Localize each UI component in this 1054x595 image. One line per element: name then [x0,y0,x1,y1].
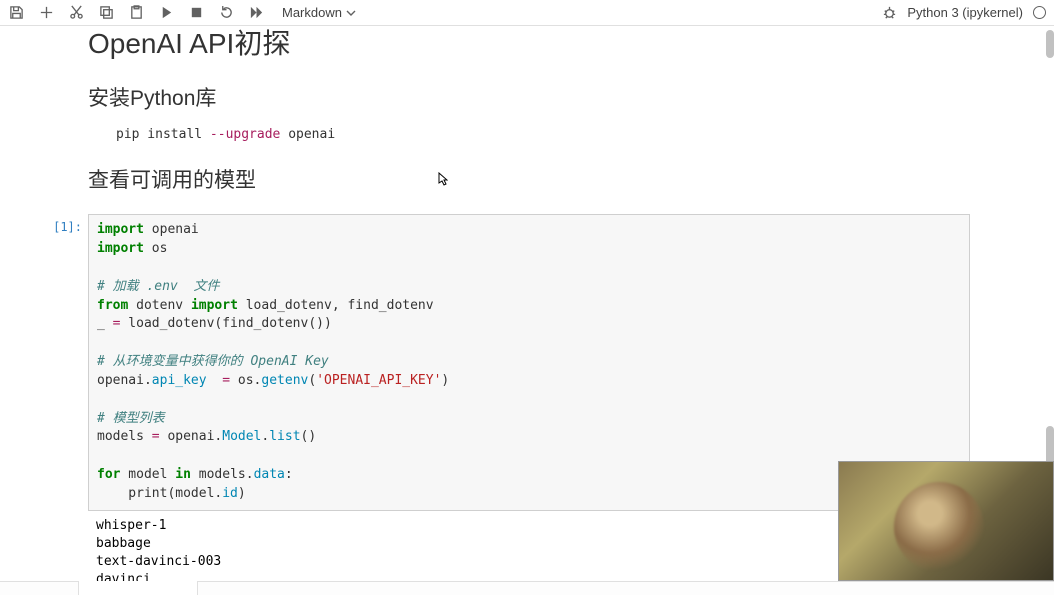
cell-type-label: Markdown [282,5,342,20]
kernel-status-indicator[interactable] [1033,6,1046,19]
add-icon[interactable] [38,5,54,21]
save-icon[interactable] [8,5,24,21]
heading-models: 查看可调用的模型 [88,164,970,194]
bottom-strip [0,581,1054,595]
toolbar-right: Python 3 (ipykernel) [881,5,1046,21]
pip-flag: --upgrade [210,127,280,142]
output-line: davinci [96,572,151,581]
doc-title: OpenAI API初探 [88,26,970,62]
cell-prompt: [1]: [48,220,82,234]
pip-install-snippet: pip install --upgrade openai [116,126,970,144]
chevron-down-icon [346,8,356,18]
bug-icon[interactable] [881,5,897,21]
scrollbar-thumb-top[interactable] [1046,30,1054,58]
cell-type-selector[interactable]: Markdown [278,5,360,20]
pip-pkg: openai [280,127,335,142]
run-icon[interactable] [158,5,174,21]
stop-icon[interactable] [188,5,204,21]
paste-icon[interactable] [128,5,144,21]
bottom-tab[interactable] [78,581,198,595]
fastforward-icon[interactable] [248,5,264,21]
output-line: whisper-1 [96,518,166,533]
restart-icon[interactable] [218,5,234,21]
pip-cmd-prefix: pip install [116,127,210,142]
webcam-overlay [838,461,1054,581]
cut-icon[interactable] [68,5,84,21]
heading-install: 安装Python库 [88,82,970,112]
output-line: babbage [96,536,151,551]
output-line: text-davinci-003 [96,554,221,569]
kernel-name[interactable]: Python 3 (ipykernel) [907,5,1023,20]
toolbar-left: Markdown [8,5,360,21]
copy-icon[interactable] [98,5,114,21]
toolbar: Markdown Python 3 (ipykernel) [0,0,1054,26]
